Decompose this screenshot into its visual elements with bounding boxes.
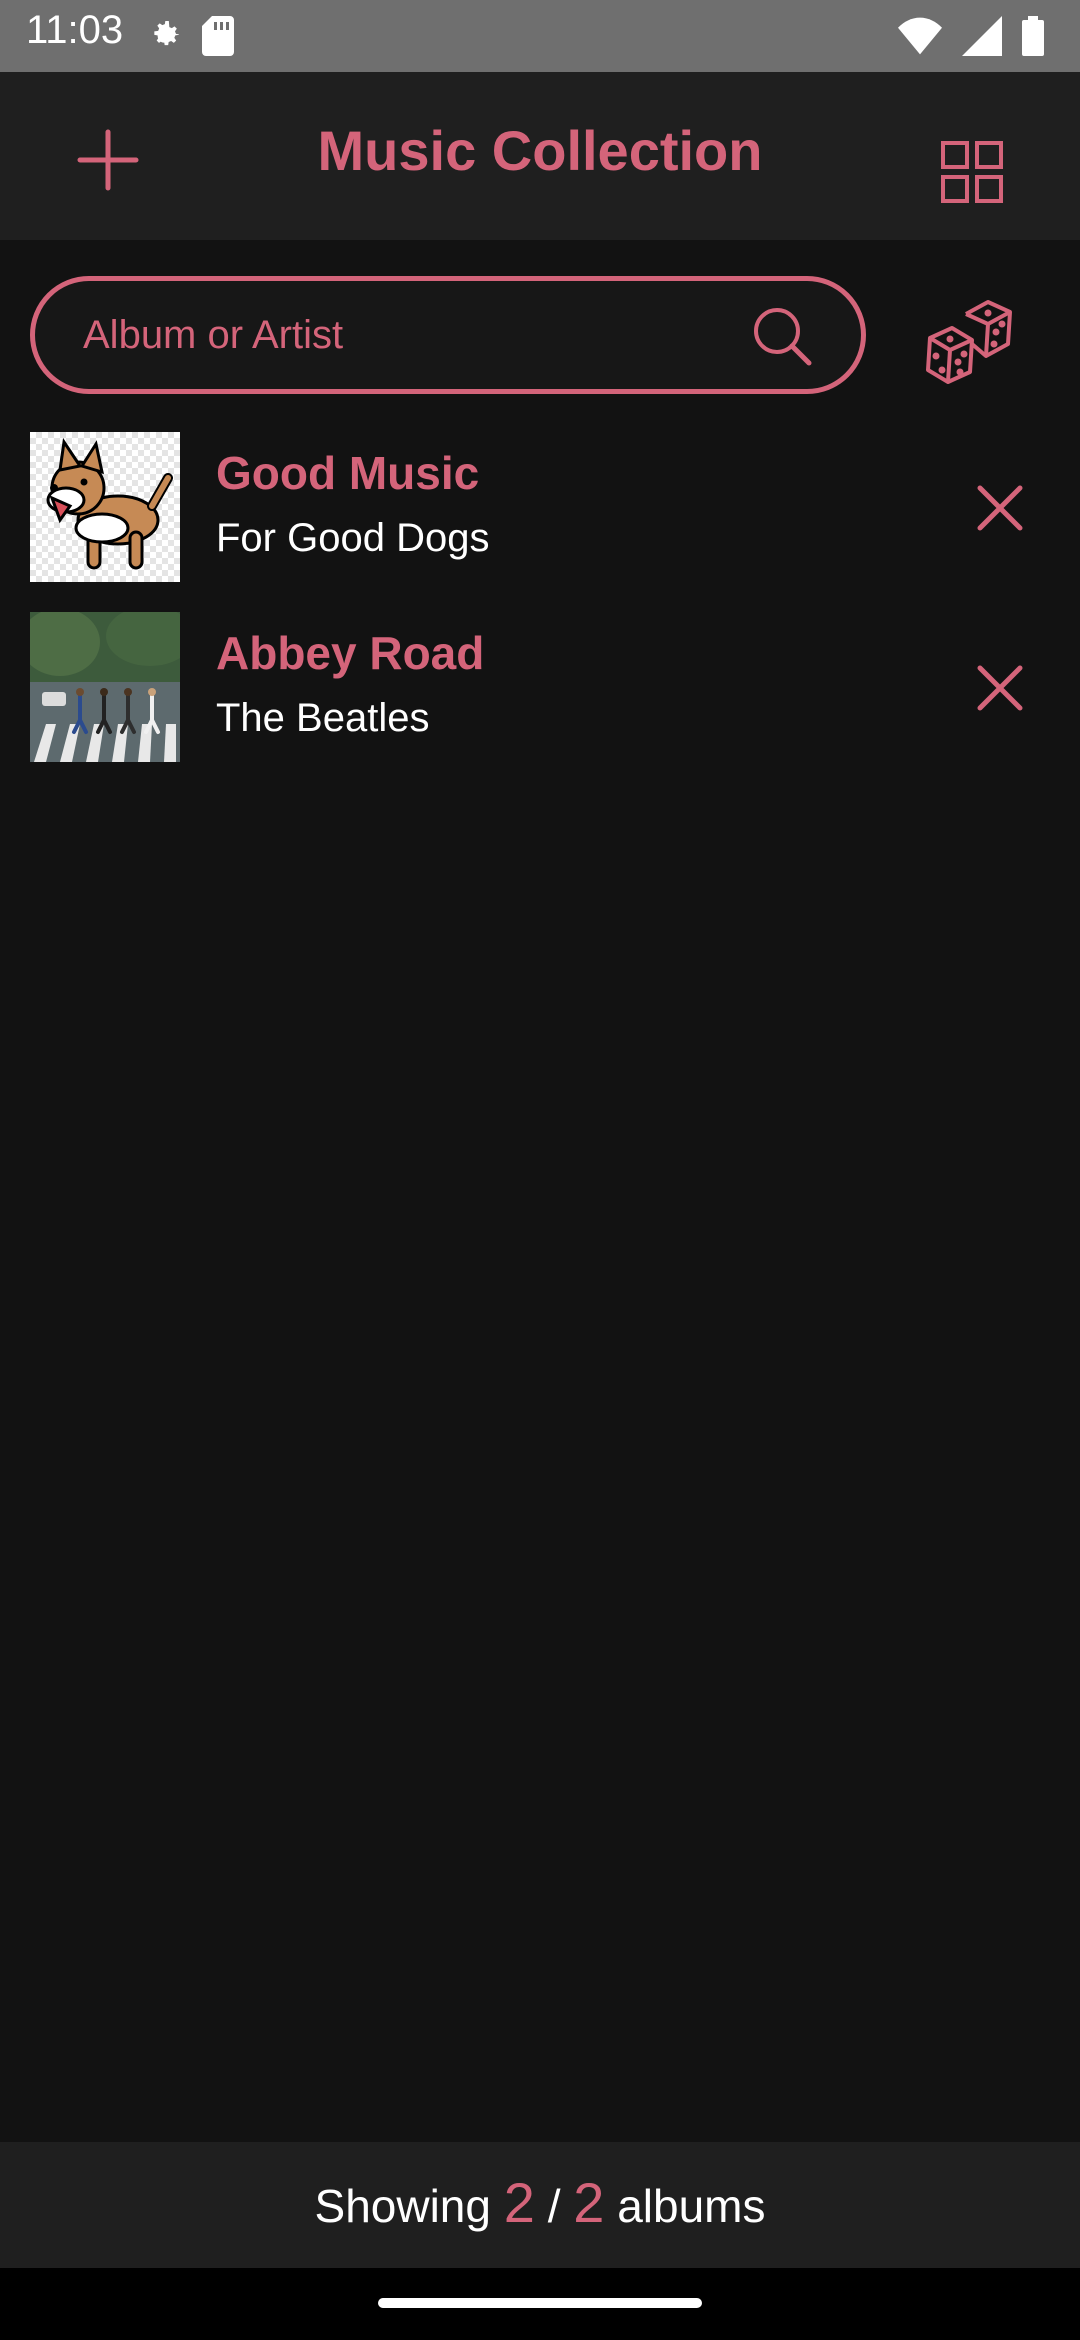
- album-count-text: Showing 2 / 2 albums: [315, 2170, 766, 2235]
- home-indicator[interactable]: [378, 2298, 702, 2308]
- status-time: 11:03: [26, 8, 124, 52]
- battery-icon: [1022, 16, 1044, 56]
- album-title: Good Music: [216, 447, 480, 499]
- album-list-item[interactable]: Abbey Road The Beatles: [30, 612, 1050, 762]
- search-input[interactable]: [83, 281, 723, 389]
- sd-card-icon: [202, 16, 234, 56]
- footer-prefix: Showing: [314, 2180, 491, 2232]
- album-list-item[interactable]: Good Music For Good Dogs: [30, 432, 1050, 582]
- total-count: 2: [573, 2171, 605, 2234]
- abbey-road-cover-art: [30, 612, 180, 762]
- footer-suffix: albums: [617, 2180, 766, 2232]
- signal-icon: [962, 16, 1002, 56]
- search-box: [30, 276, 866, 394]
- dog-cover-art: [46, 437, 173, 570]
- random-album-button[interactable]: [920, 290, 1020, 390]
- remove-album-button[interactable]: [960, 648, 1040, 728]
- remove-album-button[interactable]: [960, 468, 1040, 548]
- wifi-icon: [898, 17, 942, 55]
- system-nav-bar: [0, 2268, 1080, 2340]
- settings-icon: [154, 21, 180, 46]
- search-icon[interactable]: [751, 305, 813, 367]
- grid-view-button[interactable]: [924, 124, 1020, 220]
- album-count-footer: Showing 2 / 2 albums: [0, 2142, 1080, 2268]
- grid-view-icon: [941, 141, 1003, 203]
- album-cover: [30, 432, 180, 582]
- status-bar: 11:03: [0, 0, 1080, 72]
- page-title: Music Collection: [317, 119, 763, 182]
- app-bar: Music Collection: [0, 72, 1080, 240]
- close-icon: [977, 485, 1023, 531]
- shown-count: 2: [503, 2171, 535, 2234]
- dice-icon: [926, 300, 1012, 384]
- album-artist: The Beatles: [216, 696, 430, 740]
- footer-separator: /: [547, 2180, 561, 2232]
- album-title: Abbey Road: [216, 627, 485, 679]
- album-cover: [30, 612, 180, 762]
- album-artist: For Good Dogs: [216, 516, 490, 560]
- close-icon: [977, 665, 1023, 711]
